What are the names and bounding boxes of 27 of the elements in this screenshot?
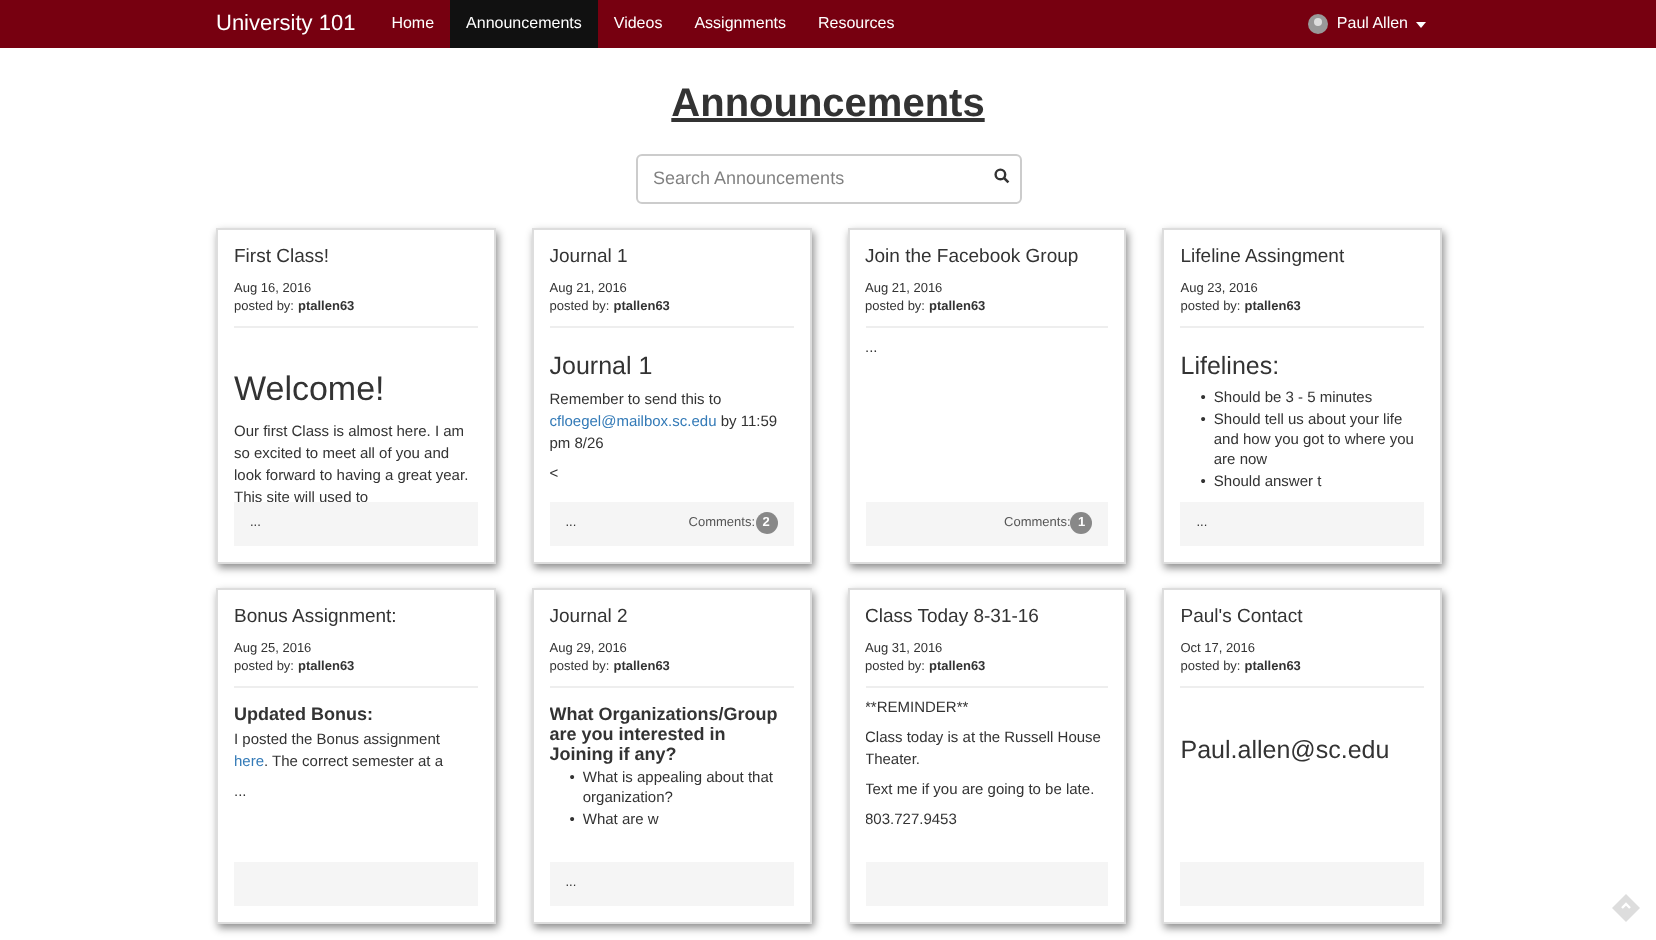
user-menu[interactable]: Paul Allen bbox=[1308, 12, 1426, 36]
nav-link[interactable]: Videos bbox=[597, 0, 679, 48]
nav-link[interactable]: Assignments bbox=[678, 0, 802, 48]
card-title: Lifeline Assingment bbox=[1180, 245, 1347, 269]
card-title: Class Today 8-31-16 bbox=[865, 605, 1041, 629]
diamond-icon bbox=[1612, 894, 1640, 922]
card-title: Journal 2 bbox=[549, 605, 630, 629]
nav-link[interactable]: Announcements bbox=[450, 0, 598, 48]
caret-icon bbox=[1416, 21, 1426, 27]
post-heading: Updated Bonus: bbox=[234, 704, 375, 725]
avatar-icon bbox=[1308, 14, 1329, 34]
card-title: Bonus Assignment: bbox=[234, 605, 399, 629]
card-title: Paul's Contact bbox=[1180, 605, 1305, 629]
post-heading: What Organizations/Group are you interested in Joining if any? bbox=[549, 704, 780, 765]
brand-link[interactable]: University 101 bbox=[216, 7, 356, 41]
post-heading: Paul.allen@sc.edu bbox=[1180, 736, 1392, 768]
page-title: Announcements bbox=[671, 80, 985, 130]
card-title: Journal 1 bbox=[549, 245, 630, 269]
card-title: Join the Facebook Group bbox=[865, 245, 1081, 269]
search-icon[interactable] bbox=[993, 168, 1009, 184]
post-heading: Journal 1 bbox=[549, 352, 655, 384]
post-heading: Lifelines: bbox=[1180, 352, 1282, 384]
nav-link[interactable]: Resources bbox=[802, 0, 911, 48]
search-field[interactable]: Search Announcements bbox=[635, 153, 1021, 203]
card-title: First Class! bbox=[234, 245, 331, 269]
post-heading: Welcome! bbox=[234, 368, 387, 412]
nav-link[interactable]: Home bbox=[375, 0, 451, 48]
